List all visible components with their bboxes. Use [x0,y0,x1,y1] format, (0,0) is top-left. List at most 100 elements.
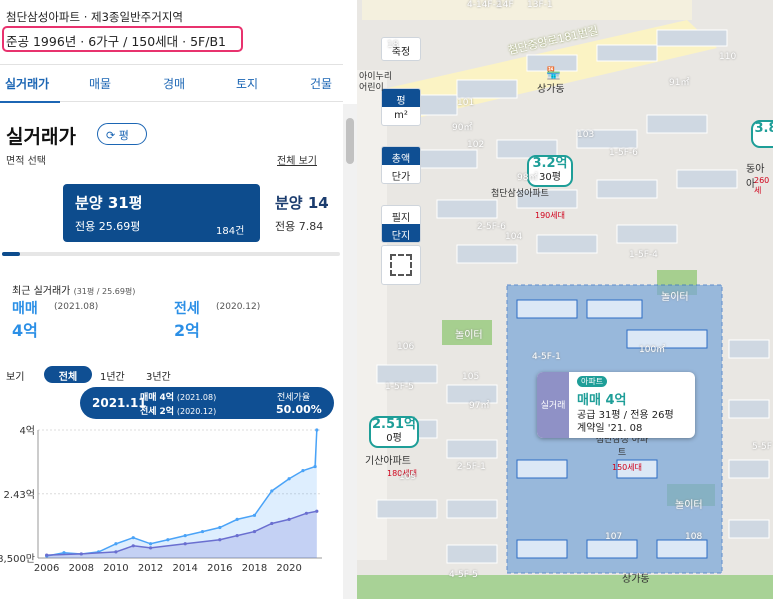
x-tick-label: 2010 [103,563,128,574]
data-point [218,525,222,530]
data-point [114,542,118,546]
land-parcel-option[interactable]: 필지 [382,206,420,224]
data-point [200,529,205,534]
map-label-27: 18 [387,40,399,50]
tab-listing[interactable]: 매물 [89,75,111,92]
map-label-13: 100㎡ [639,345,666,355]
data-point [45,553,49,557]
map-label-9: 109 [399,472,417,482]
price-marker-3-value: 3.8 [754,121,773,136]
map-name-11: 아이누리어린이 [359,72,393,93]
map-name-13: 150세대 [612,463,642,472]
data-point [315,509,319,513]
panel-scroll-thumb[interactable] [346,118,354,164]
data-point [304,511,309,515]
map-label-21: 4-5F-5 [449,570,478,580]
refresh-icon: ⟳ [106,129,116,142]
view-all-link[interactable]: 전체 보기 [277,152,317,167]
x-tick-label: 2016 [207,563,232,574]
map-name-4: 기산아파트 [365,456,411,467]
park-bottom [357,575,773,599]
land-complex-option[interactable]: 단지 [382,224,420,242]
price-unit-option[interactable]: 단가 [382,165,420,183]
price-chart: 4억 2.43억 8,500만2006 2008 2010 2012 2014 2016 201… [0,425,322,574]
area-select-label: 면적 선택 [6,156,46,167]
map-name-2: 첨단삼성아파트 [491,189,549,199]
area-card-2-sub: 전용 7.84 [275,220,324,233]
tab-land[interactable]: 토지 [236,75,258,92]
left-panel: 첨단삼성아파트 · 제3종일반주거지역 준공 1996년 · 6가구 / 150… [0,0,343,599]
card-scroll-track[interactable] [2,252,340,256]
summary-sale-row: 매매 4억 (2021.08) [140,390,216,403]
transaction-popup[interactable]: 실거래 아파트 매매 4억 공급 31평 / 전용 26평 계약일 '21. 0… [537,372,695,438]
map-label-3: 103 [577,130,595,140]
data-point [114,550,118,554]
data-point [166,538,170,542]
data-point [148,546,153,550]
map-label-17: 2-5F-1 [457,462,486,472]
data-point [183,534,187,538]
unit-m2-option[interactable]: m² [382,107,420,121]
data-point [131,536,135,540]
recent-heading-text: 최근 실거래가 [12,286,71,297]
recent-sale-label: 매매 [12,301,38,317]
data-point [218,538,222,542]
map-name-10: 260세 [754,176,770,195]
unit-toggle-label: 평 [118,129,129,142]
map-label-15: 90㎡ [452,123,473,133]
tab-transaction[interactable]: 실거래가 [5,75,49,92]
data-point [287,517,291,521]
land-toggle-map[interactable]: 필지 단지 [381,205,421,243]
map-label-18: 4-5F-1 [532,352,561,362]
y-tick-label: 2.43억 [4,489,35,501]
price-toggle-map[interactable]: 총액 단가 [381,146,421,184]
summary-rent-label: 전세 [140,407,157,417]
x-tick-label: 2006 [34,563,59,574]
area-card-title: 분양 31평 [75,194,143,212]
summary-rent-date: (2020.12) [176,407,217,416]
data-point [131,544,135,548]
recent-sale-date: (2021.08) [54,302,99,312]
map-name-3: 190세대 [535,211,565,220]
map-label-19: 5-5F [752,442,772,452]
map-label-16: 1-5F-6 [609,148,638,158]
map-label-22: 2-5F-6 [477,222,506,232]
price-marker-3[interactable]: 3.8 [751,120,773,148]
popup-left-tag: 실거래 [537,372,569,438]
map-view[interactable]: 첨단중앙로181번길 축정 평 m² 총액 단가 필지 단지 3.2억 30평 2… [357,0,773,599]
price-total-option[interactable]: 총액 [382,147,420,165]
tab-auction[interactable]: 경매 [163,75,185,92]
data-point [79,552,83,556]
recent-sale-price: 4억 [12,321,38,340]
popup-line2: 계약일 '21. 08 [577,423,643,434]
map-label-8: 108 [685,532,703,542]
recent-heading-sub: (31평 / 25.69평) [73,287,136,296]
summary-sale-value: 4억 [159,393,174,403]
period-1y-button[interactable]: 1년간 [100,368,125,383]
tab-building[interactable]: 건물 [310,75,332,92]
data-point [235,517,239,521]
panel-scrollbar[interactable] [343,104,357,599]
price-marker-2[interactable]: 2.51억 0평 [369,416,419,448]
data-point [252,513,257,517]
area-card-2[interactable]: 분양 14 전용 7.84 [266,184,343,242]
period-3y-button[interactable]: 3년간 [146,368,171,383]
map-name-7: 놀이터 [661,292,689,303]
area-card-selected[interactable]: 분양 31평 전용 25.69평 184건 [63,184,260,242]
map-name-14: 상가동 [622,574,650,585]
unit-toggle-button[interactable]: ⟳ 평 [97,123,147,145]
map-label-2: 102 [467,140,485,150]
data-point [183,542,187,546]
header-line1: 첨단삼성아파트 · 제3종일반주거지역 [6,10,183,24]
map-label-14: 97㎡ [469,401,490,411]
tab-bar: 실거래가 매물 경매 토지 건물 [0,64,343,103]
card-scroll-thumb[interactable] [2,252,20,256]
map-label-23: 1-5F-4 [629,250,658,260]
data-point [270,489,274,493]
summary-sale-date: (2021.08) [176,393,217,402]
data-point [270,521,274,526]
period-all-button[interactable]: 전체 [44,366,92,383]
area-select-tool[interactable] [381,245,421,285]
map-label-12: 98㎡ [517,173,538,183]
recent-rent-price: 2억 [174,321,200,340]
